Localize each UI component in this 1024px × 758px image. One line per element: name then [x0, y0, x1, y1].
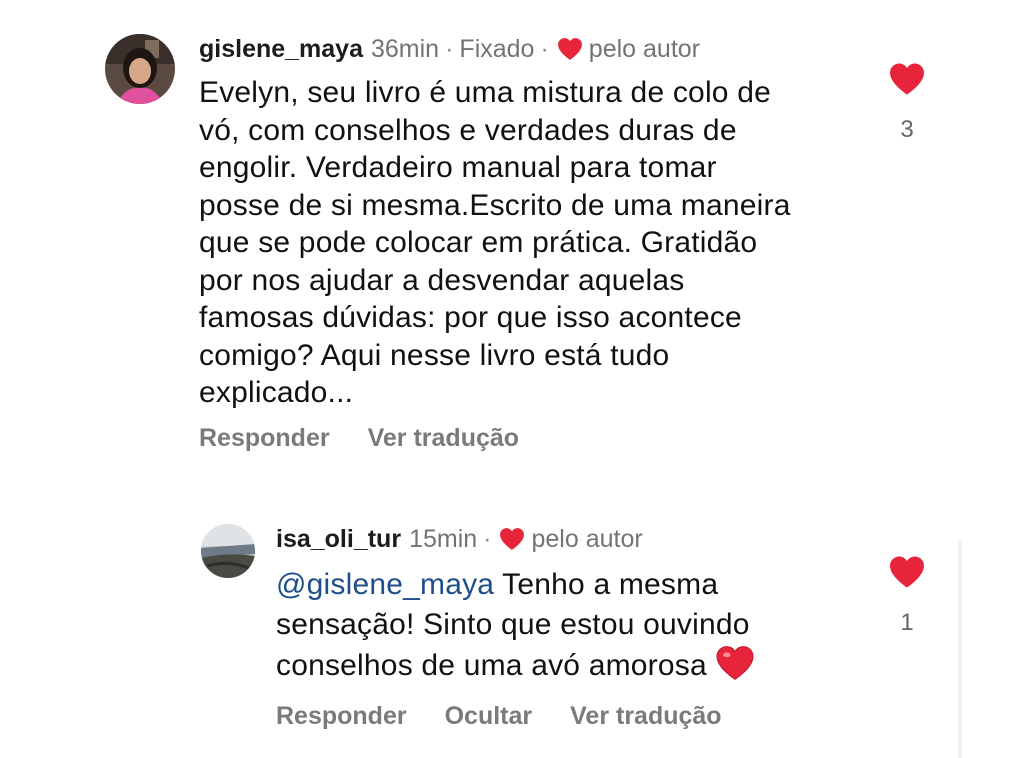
pinned-label: Fixado [459, 34, 535, 63]
comment-body: @gislene_maya Tenho a mesma sensação! Si… [276, 565, 755, 686]
like-column: 1 [882, 555, 932, 637]
reply-button[interactable]: Responder [276, 702, 407, 731]
comment-line: posse de si mesma.Escrito de uma maneira [199, 188, 791, 222]
translate-button[interactable]: Ver tradução [570, 702, 721, 731]
comment-line: sensação! Sinto que estou ouvindo [276, 608, 750, 641]
username[interactable]: isa_oli_tur [276, 525, 401, 554]
liked-by-author-label: pelo autor [531, 524, 643, 553]
like-heart-icon[interactable] [888, 62, 926, 96]
heart-emoji-icon [716, 646, 754, 680]
reply-button[interactable]: Responder [199, 424, 330, 453]
translate-button[interactable]: Ver tradução [368, 424, 519, 453]
separator: · [483, 524, 492, 553]
comment-line: Evelyn, seu livro é uma mistura de colo … [199, 76, 771, 109]
reply-isa: isa_oli_tur 15min · pelo autor @gislene_… [0, 500, 1024, 758]
separator: · [445, 34, 454, 63]
comment-line: explicado... [199, 376, 354, 409]
liked-by-author-heart-icon [500, 528, 525, 550]
liked-by-author-label: pelo autor [588, 34, 700, 63]
like-count: 1 [900, 609, 914, 636]
username[interactable]: gislene_maya [199, 35, 363, 64]
comment-line: engolir. Verdadeiro manual para tomar [199, 151, 717, 184]
timestamp: 36min [371, 34, 440, 63]
like-column: 3 [882, 62, 932, 144]
comment-line: que se pode colocar em prática. Gratidão [199, 226, 758, 259]
comment-line: conselhos de uma avó amorosa [276, 645, 755, 686]
comment-meta: gislene_maya 36min · Fixado · pelo autor [199, 34, 700, 64]
avatar[interactable] [201, 524, 255, 578]
comment-body: Evelyn, seu livro é uma mistura de colo … [199, 74, 791, 412]
comment-text: Tenho a mesma [494, 568, 719, 601]
comment-actions: Responder Ver tradução [199, 424, 557, 453]
separator: · [540, 34, 549, 63]
comment-line: famosas dúvidas: por que isso acontece [199, 301, 742, 334]
hide-button[interactable]: Ocultar [445, 702, 533, 731]
comment-line: comigo? Aqui nesse livro está tudo [199, 338, 670, 372]
mention-link[interactable]: @gislene_maya [276, 568, 494, 601]
timestamp: 15min [409, 524, 478, 553]
like-count: 3 [900, 116, 914, 143]
liked-by-author-heart-icon [557, 38, 582, 60]
comment-line: por nos ajudar a desvendar aquelas [199, 263, 685, 297]
comment-line: @gislene_maya Tenho a mesma [276, 565, 755, 605]
comment-meta: isa_oli_tur 15min · pelo autor [276, 524, 643, 554]
comment-line: vó, com conselhos e verdades duras de [199, 113, 737, 147]
like-heart-icon[interactable] [888, 555, 926, 589]
comment-actions: Responder Ocultar Ver tradução [276, 702, 760, 731]
comment-gislene: gislene_maya 36min · Fixado · pelo autor… [0, 0, 1024, 470]
avatar[interactable] [105, 34, 175, 104]
comment-text: conselhos de uma avó amorosa [276, 649, 707, 682]
divider [958, 540, 962, 758]
